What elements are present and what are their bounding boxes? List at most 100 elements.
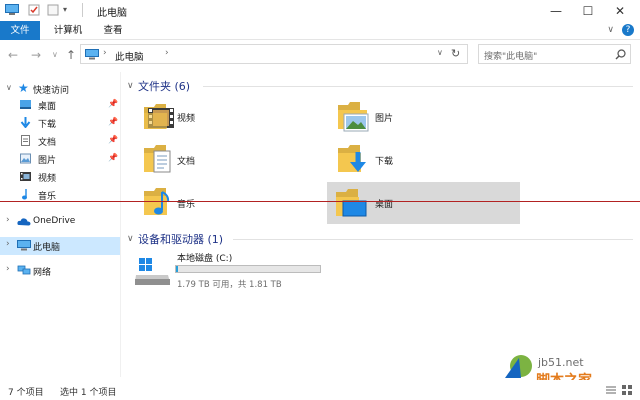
- folder-label: 音乐: [177, 200, 196, 210]
- breadcrumb-chevron-icon[interactable]: ›: [165, 48, 169, 58]
- navigation-pane: ∨ ★ 快速访问 桌面 📌 下载 📌 文档 📌 图片 📌 视频 音乐 › One…: [0, 72, 120, 377]
- search-input[interactable]: 搜索"此电脑": [484, 49, 537, 62]
- pin-icon[interactable]: 📌: [108, 99, 118, 108]
- expanded-chevron-icon[interactable]: ∨: [6, 83, 12, 92]
- cloud-icon: [17, 218, 31, 226]
- folder-tile-documents[interactable]: 文档: [141, 139, 333, 179]
- desktop-folder-icon: [336, 189, 367, 217]
- network-icon: [17, 265, 31, 275]
- sidebar-item-label: OneDrive: [33, 216, 76, 226]
- sidebar-item-label: 视频: [38, 174, 57, 184]
- folder-label: 下载: [375, 157, 394, 167]
- downloads-folder-icon: [338, 145, 366, 172]
- group-header-devices[interactable]: 设备和驱动器 (1): [138, 231, 223, 247]
- hard-drive-icon: [135, 258, 170, 285]
- help-icon[interactable]: ?: [622, 24, 634, 36]
- tab-file[interactable]: 文件: [0, 21, 40, 40]
- details-view-icon[interactable]: [606, 385, 616, 395]
- sidebar-item-documents[interactable]: 文档 📌: [0, 132, 120, 150]
- video-folder-icon: [144, 104, 174, 129]
- address-bar[interactable]: › 此电脑 › ∨ ↻: [80, 44, 468, 64]
- documents-icon: [21, 135, 30, 146]
- group-divider: [233, 239, 633, 240]
- pictures-icon: [20, 153, 31, 164]
- folder-label: 视频: [177, 114, 196, 124]
- sidebar-item-label: 此电脑: [33, 243, 61, 253]
- selection-count: 选中 1 个项目: [60, 388, 117, 398]
- close-button[interactable]: ✕: [599, 0, 640, 21]
- videos-icon: [20, 172, 31, 181]
- folder-tile-desktop[interactable]: 桌面: [327, 182, 520, 224]
- drive-usage-bar: [175, 265, 321, 273]
- customize-toolbar-icon[interactable]: ▾: [63, 5, 67, 14]
- star-icon: ★: [18, 81, 29, 95]
- collapsed-chevron-icon[interactable]: ›: [6, 239, 10, 249]
- tab-view[interactable]: 查看: [96, 21, 130, 40]
- title-divider: [82, 3, 83, 17]
- folder-label: 桌面: [375, 200, 394, 210]
- forward-arrow-icon[interactable]: →: [31, 48, 41, 62]
- content-area: ∨ 文件夹 (6) 视频 图片 文档 下载 音乐 桌面 ∨ 设备和驱动器 (1)…: [121, 72, 640, 389]
- folder-tile-videos[interactable]: 视频: [141, 96, 333, 136]
- group-divider: [203, 86, 633, 87]
- computer-icon: [85, 49, 99, 60]
- address-dropdown-icon[interactable]: ∨: [437, 48, 443, 57]
- recent-locations-icon[interactable]: ∨: [52, 50, 58, 59]
- folder-tile-music[interactable]: 音乐: [141, 182, 333, 222]
- sidebar-item-this-pc[interactable]: › 此电脑: [0, 237, 120, 255]
- pictures-folder-icon: [338, 102, 369, 132]
- group-collapse-icon[interactable]: ∨: [127, 234, 134, 244]
- folder-label: 文档: [177, 157, 196, 167]
- group-collapse-icon[interactable]: ∨: [127, 81, 134, 91]
- drive-usage-fill: [176, 266, 178, 272]
- music-icon: [22, 189, 27, 200]
- expand-ribbon-icon[interactable]: ∨: [607, 25, 614, 35]
- pin-icon[interactable]: 📌: [108, 135, 118, 144]
- drive-tile-c[interactable]: 本地磁盘 (C:) 1.79 TB 可用，共 1.81 TB: [133, 248, 333, 292]
- sidebar-item-desktop[interactable]: 桌面 📌: [0, 96, 120, 114]
- site-logo: [503, 352, 533, 378]
- refresh-icon[interactable]: ↻: [451, 47, 460, 60]
- sidebar-item-label: 文档: [38, 138, 57, 148]
- new-folder-icon[interactable]: [47, 4, 59, 16]
- back-arrow-icon[interactable]: ←: [8, 48, 18, 62]
- drive-label: 本地磁盘 (C:): [177, 254, 233, 264]
- watermark-site: jb51.net: [538, 356, 584, 369]
- sidebar-item-label: 下载: [38, 120, 57, 130]
- drive-free-space: 1.79 TB 可用，共 1.81 TB: [177, 280, 282, 290]
- sidebar-item-label: 快速访问: [33, 86, 70, 96]
- pin-icon[interactable]: 📌: [108, 153, 118, 162]
- search-box[interactable]: 搜索"此电脑": [478, 44, 631, 64]
- collapsed-chevron-icon[interactable]: ›: [6, 264, 10, 274]
- sidebar-item-downloads[interactable]: 下载 📌: [0, 114, 120, 132]
- tab-computer[interactable]: 计算机: [46, 21, 90, 40]
- item-count: 7 个项目: [8, 388, 44, 398]
- computer-icon: [5, 4, 19, 15]
- pin-icon[interactable]: 📌: [108, 117, 118, 126]
- logo-icon: [505, 355, 532, 378]
- breadcrumb-this-pc[interactable]: 此电脑: [115, 49, 144, 63]
- sidebar-item-network[interactable]: › 网络: [0, 262, 120, 280]
- group-header-folders[interactable]: 文件夹 (6): [138, 78, 190, 94]
- sidebar-item-onedrive[interactable]: › OneDrive: [0, 213, 120, 231]
- status-bar: 7 个项目 选中 1 个项目: [0, 380, 640, 400]
- title-bar: ▾ 此电脑 — ☐ ✕: [0, 0, 640, 21]
- up-arrow-icon[interactable]: ↑: [66, 48, 76, 62]
- overlay-line: [0, 201, 640, 202]
- ribbon: 文件 计算机 查看 ∨ ?: [0, 21, 640, 40]
- window-title: 此电脑: [97, 8, 127, 19]
- breadcrumb-chevron-icon[interactable]: ›: [103, 48, 107, 58]
- search-icon[interactable]: [615, 49, 626, 60]
- properties-icon[interactable]: [28, 4, 40, 16]
- music-folder-icon: [144, 188, 170, 215]
- collapsed-chevron-icon[interactable]: ›: [6, 215, 10, 225]
- folder-tile-downloads[interactable]: 下载: [333, 139, 525, 179]
- sidebar-item-pictures[interactable]: 图片 📌: [0, 150, 120, 168]
- sidebar-item-label: 图片: [38, 156, 57, 166]
- folder-label: 图片: [375, 114, 394, 124]
- sidebar-item-label: 桌面: [38, 102, 57, 112]
- sidebar-item-videos[interactable]: 视频: [0, 168, 120, 186]
- desktop-icon: [20, 100, 31, 109]
- tiles-view-icon[interactable]: [622, 385, 632, 395]
- folder-tile-pictures[interactable]: 图片: [333, 96, 525, 136]
